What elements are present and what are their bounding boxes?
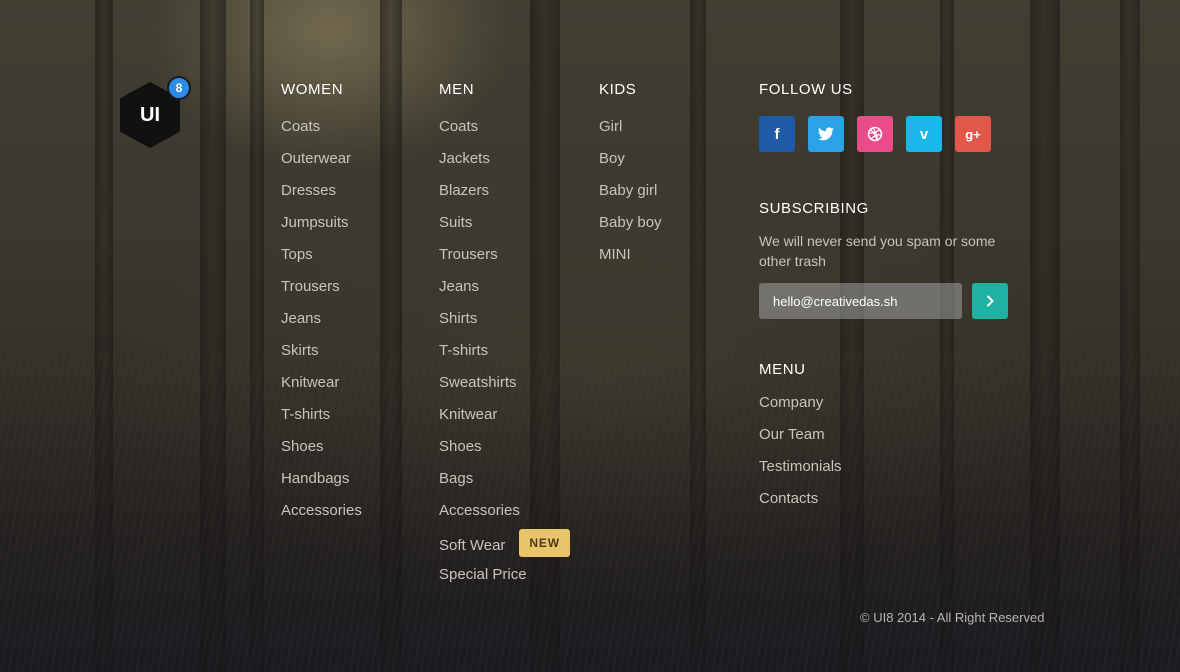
men-link[interactable]: Bags (439, 468, 570, 500)
kids-link[interactable]: MINI (599, 244, 662, 276)
kids-heading: KIDS (599, 81, 637, 98)
women-link[interactable]: Accessories (281, 500, 362, 532)
menu-link[interactable]: Testimonials (759, 456, 842, 488)
women-link[interactable]: T-shirts (281, 404, 362, 436)
twitter-button[interactable] (808, 116, 844, 152)
women-link[interactable]: Skirts (281, 340, 362, 372)
menu-link[interactable]: Contacts (759, 488, 842, 520)
men-column: MEN Coats Jackets Blazers Suits Trousers… (439, 80, 570, 596)
men-link[interactable]: Accessories (439, 500, 570, 532)
men-link[interactable]: Soft Wear (439, 537, 505, 554)
men-link[interactable]: Jeans (439, 276, 570, 308)
logo[interactable]: UI 8 (119, 76, 191, 148)
kids-link[interactable]: Baby boy (599, 212, 662, 244)
follow-column: FOLLOW US f v g+ (759, 80, 991, 152)
dribbble-icon (867, 126, 883, 142)
men-link[interactable]: Jackets (439, 148, 570, 180)
men-link[interactable]: Shoes (439, 436, 570, 468)
dribbble-button[interactable] (857, 116, 893, 152)
subscribe-description: We will never send you spam or some othe… (759, 233, 996, 269)
vimeo-button[interactable]: v (906, 116, 942, 152)
women-link[interactable]: Handbags (281, 468, 362, 500)
men-link[interactable]: Suits (439, 212, 570, 244)
email-input[interactable] (759, 283, 962, 319)
twitter-icon (818, 127, 834, 141)
menu-heading: MENU (759, 361, 806, 378)
menu-link[interactable]: Our Team (759, 424, 842, 456)
women-link[interactable]: Knitwear (281, 372, 362, 404)
new-badge: NEW (519, 529, 570, 557)
soft-wear-row: Soft Wear NEW (439, 529, 570, 564)
menu-column: MENU Company Our Team Testimonials Conta… (759, 360, 842, 520)
women-column: WOMEN Coats Outerwear Dresses Jumpsuits … (281, 80, 362, 532)
vimeo-icon: v (919, 125, 929, 143)
facebook-button[interactable]: f (759, 116, 795, 152)
kids-link[interactable]: Girl (599, 116, 662, 148)
men-link[interactable]: Sweatshirts (439, 372, 570, 404)
kids-link[interactable]: Baby girl (599, 180, 662, 212)
men-link[interactable]: T-shirts (439, 340, 570, 372)
men-link[interactable]: Blazers (439, 180, 570, 212)
kids-column: KIDS Girl Boy Baby girl Baby boy MINI (599, 80, 662, 276)
facebook-icon: f (774, 125, 780, 143)
men-heading: MEN (439, 81, 475, 98)
google-plus-button[interactable]: g+ (955, 116, 991, 152)
notification-badge: 8 (167, 76, 191, 100)
women-link[interactable]: Coats (281, 116, 362, 148)
google-plus-icon: g+ (965, 126, 981, 142)
women-link[interactable]: Outerwear (281, 148, 362, 180)
men-link[interactable]: Knitwear (439, 404, 570, 436)
follow-heading: FOLLOW US (759, 81, 853, 98)
menu-link[interactable]: Company (759, 392, 842, 424)
women-link[interactable]: Jumpsuits (281, 212, 362, 244)
subscribe-submit-button[interactable] (972, 283, 1008, 319)
men-link[interactable]: Special Price (439, 564, 570, 596)
copyright-text: © UI8 2014 - All Right Reserved (860, 610, 1045, 625)
women-link[interactable]: Dresses (281, 180, 362, 212)
women-link[interactable]: Trousers (281, 276, 362, 308)
men-link[interactable]: Coats (439, 116, 570, 148)
subscribe-heading: SUBSCRIBING (759, 200, 869, 217)
women-link[interactable]: Shoes (281, 436, 362, 468)
men-link[interactable]: Shirts (439, 308, 570, 340)
women-link[interactable]: Tops (281, 244, 362, 276)
women-heading: WOMEN (281, 81, 344, 98)
kids-link[interactable]: Boy (599, 148, 662, 180)
men-link[interactable]: Trousers (439, 244, 570, 276)
chevron-right-icon (987, 295, 994, 307)
social-links: f v g+ (759, 116, 991, 152)
women-link[interactable]: Jeans (281, 308, 362, 340)
